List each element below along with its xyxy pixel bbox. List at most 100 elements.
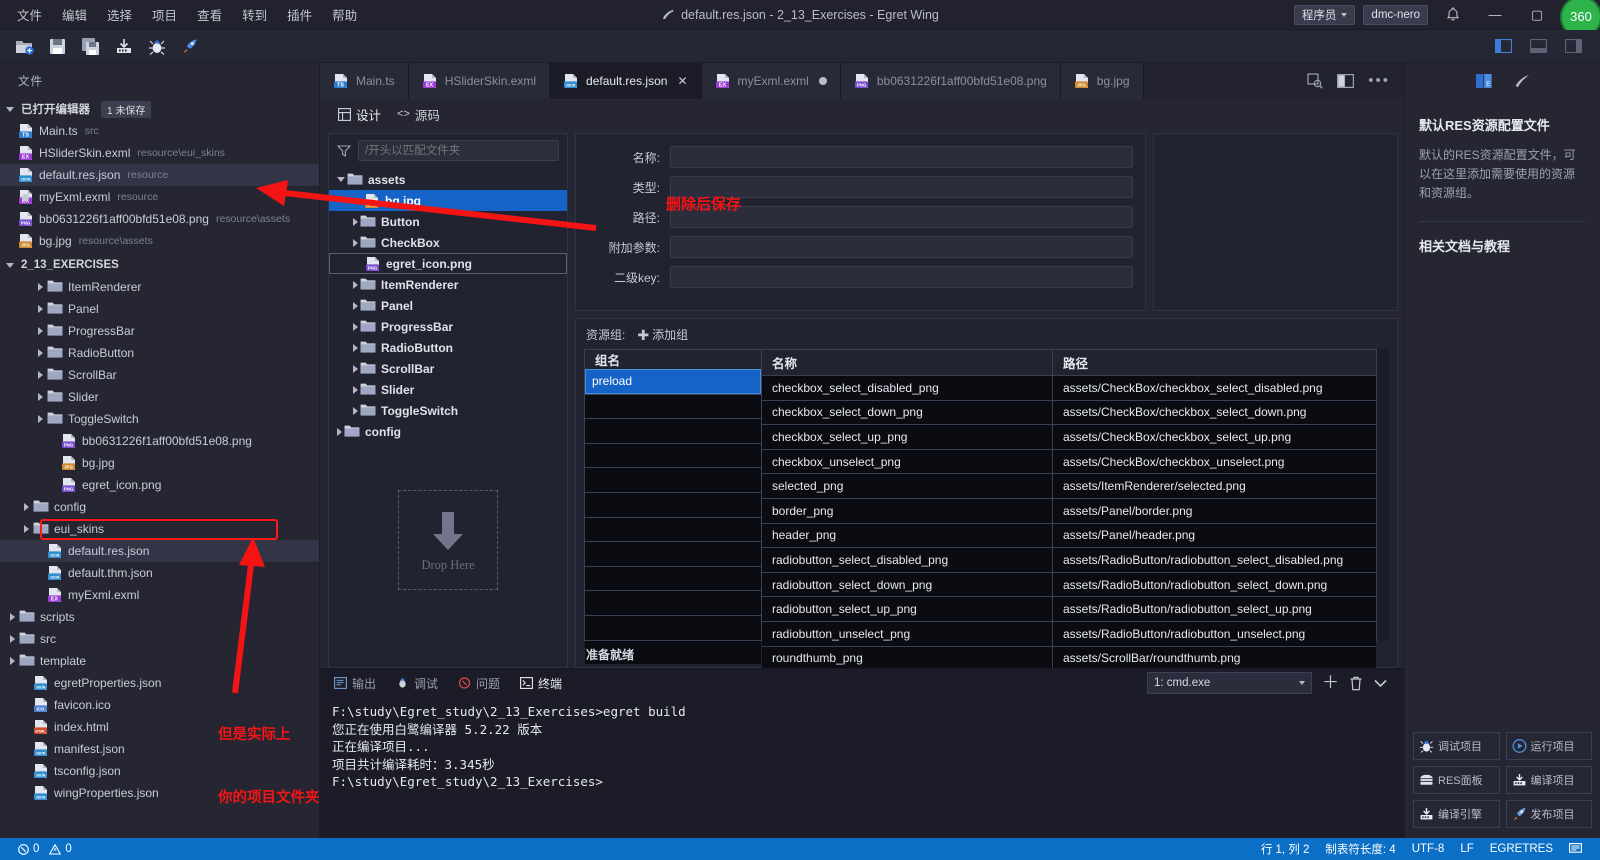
group-name-cell[interactable] (585, 565, 761, 591)
split-preview-icon[interactable] (1307, 73, 1323, 89)
group-name-cell[interactable]: preload (585, 369, 761, 394)
table-row[interactable]: checkbox_select_down_png assets/CheckBox/… (762, 399, 1376, 425)
quick-action-publish-rocket[interactable]: 发布项目 (1505, 800, 1592, 828)
group-name-cell[interactable] (585, 442, 761, 468)
chevron-right-icon[interactable] (38, 349, 43, 357)
tab-source[interactable]: <> 源码 (397, 105, 440, 124)
chevron-right-icon[interactable] (353, 385, 358, 394)
chevron-right-icon[interactable] (38, 305, 43, 313)
project-tree-item[interactable]: eui_skins (0, 518, 319, 540)
res-form-input[interactable] (670, 176, 1133, 198)
project-tree-item[interactable]: ScrollBar (0, 364, 319, 386)
chevron-right-icon[interactable] (38, 415, 43, 423)
table-row[interactable]: checkbox_select_up_png assets/CheckBox/ch… (762, 424, 1376, 449)
editor-tab[interactable]: JPG bg.jpg (1060, 63, 1144, 99)
asset-tree-node[interactable]: Panel (329, 295, 567, 316)
panel-right-icon[interactable] (1557, 32, 1590, 60)
asset-tree-node[interactable]: ScrollBar (329, 358, 567, 379)
maximize-button[interactable]: ▢ (1520, 0, 1554, 30)
run-rocket-icon[interactable] (173, 32, 206, 60)
project-tree-item[interactable]: EX myExml.exml (0, 584, 319, 606)
chevron-right-icon[interactable] (38, 327, 43, 335)
project-tree-item[interactable]: RadioButton (0, 342, 319, 364)
quick-action-res-panel[interactable]: RES面板 (1413, 766, 1500, 794)
project-tree-item[interactable]: config (0, 496, 319, 518)
chevron-right-icon[interactable] (24, 525, 29, 533)
group-name-cell[interactable] (585, 614, 761, 640)
table-scrollbar[interactable] (1377, 349, 1389, 641)
table-row[interactable]: radiobutton_select_disabled_png assets/Ra… (762, 547, 1376, 572)
bell-icon[interactable] (1436, 0, 1470, 30)
kill-terminal-icon[interactable] (1349, 676, 1363, 691)
project-tree-item[interactable]: JPG bg.jpg (0, 452, 319, 474)
asset-tree-node[interactable]: ItemRenderer (329, 274, 567, 295)
asset-tree-node[interactable]: ToggleSwitch (329, 400, 567, 421)
chevron-down-icon[interactable] (1373, 678, 1388, 688)
asset-tree-node[interactable]: Button (329, 211, 567, 232)
project-tree-item[interactable]: ToggleSwitch (0, 408, 319, 430)
quick-action-play[interactable]: 运行项目 (1505, 732, 1592, 760)
chevron-right-icon[interactable] (353, 406, 358, 415)
chevron-right-icon[interactable] (353, 238, 358, 247)
project-tree-item[interactable]: PNG bb0631226f1aff00bfd51e08.png (0, 430, 319, 452)
table-row[interactable]: header_png assets/Panel/header.png (762, 522, 1376, 548)
chevron-right-icon[interactable] (10, 657, 15, 665)
table-row[interactable]: border_png assets/Panel/border.png (762, 497, 1376, 523)
chevron-right-icon[interactable] (10, 613, 15, 621)
chevron-right-icon[interactable] (353, 322, 358, 331)
table-row[interactable]: selected_png assets/ItemRenderer/selected… (762, 473, 1376, 498)
table-row[interactable]: radiobutton_select_up_png assets/RadioBut… (762, 596, 1376, 621)
editor-tab[interactable]: EX HSliderSkin.exml (408, 63, 551, 99)
menu-item-7[interactable]: 帮助 (323, 1, 366, 28)
project-tree-item[interactable]: JSON tsconfig.json (0, 760, 319, 782)
panel-tab[interactable]: 终端 (520, 675, 562, 692)
menu-item-0[interactable]: 文件 (8, 1, 51, 28)
egret-feather-icon[interactable] (1513, 73, 1531, 89)
project-tree-item[interactable]: JSON default.thm.json (0, 562, 319, 584)
editor-tab[interactable]: TS Main.ts (320, 63, 409, 99)
status-encoding[interactable]: UTF-8 (1404, 843, 1453, 855)
editor-tab[interactable]: PNG bb0631226f1aff00bfd51e08.png (840, 63, 1061, 99)
feedback-icon[interactable] (1561, 843, 1590, 855)
more-actions-icon[interactable]: ••• (1368, 73, 1390, 88)
group-name-cell[interactable] (585, 393, 761, 419)
group-name-cell[interactable] (585, 516, 761, 542)
project-tree-item[interactable]: scripts (0, 606, 319, 628)
status-eol[interactable]: LF (1452, 843, 1481, 855)
project-tree-item[interactable]: src (0, 628, 319, 650)
quick-action-compile-engine[interactable]: 编译引擎 (1413, 800, 1500, 828)
panel-bottom-icon[interactable] (1522, 32, 1555, 60)
chevron-right-icon[interactable] (353, 280, 358, 289)
project-tree-item[interactable]: JSON wingProperties.json (0, 782, 319, 804)
editor-tab[interactable]: EX myExml.exml (701, 63, 841, 99)
asset-tree-node[interactable]: RadioButton (329, 337, 567, 358)
chevron-right-icon[interactable] (337, 427, 342, 436)
project-root-header[interactable]: 2_13_EXERCISES (0, 254, 319, 276)
chevron-right-icon[interactable] (24, 503, 29, 511)
terminal-selector[interactable]: 1: cmd.exe (1147, 672, 1312, 694)
menu-item-1[interactable]: 编辑 (53, 1, 96, 28)
open-editor-item[interactable]: EX HSliderSkin.exml resource\eui_skins (0, 142, 319, 164)
compile-icon[interactable] (107, 32, 140, 60)
open-editor-item[interactable]: JSON default.res.json resource (0, 164, 319, 186)
panel-tab[interactable]: 输出 (334, 675, 376, 692)
open-editor-item[interactable]: TS Main.ts src (0, 120, 319, 142)
menu-item-5[interactable]: 转到 (233, 1, 276, 28)
res-form-input[interactable] (670, 206, 1133, 228)
minimize-button[interactable]: — (1478, 0, 1512, 30)
chevron-right-icon[interactable] (353, 301, 358, 310)
project-tree-item[interactable]: PNG egret_icon.png (0, 474, 319, 496)
panel-tab[interactable]: 问题 (458, 675, 500, 692)
project-tree-item[interactable]: ItemRenderer (0, 276, 319, 298)
save-all-icon[interactable] (74, 32, 107, 60)
group-name-cell[interactable] (585, 590, 761, 615)
chevron-right-icon[interactable] (10, 635, 15, 643)
chevron-right-icon[interactable] (353, 343, 358, 352)
project-tree-item[interactable]: JSON manifest.json (0, 738, 319, 760)
eui-library-icon[interactable]: E (1475, 73, 1493, 89)
open-editor-item[interactable]: EX myExml.exml resource (0, 186, 319, 208)
add-terminal-icon[interactable]: ＋ (1322, 674, 1339, 691)
asset-tree-node[interactable]: PNG egret_icon.png (329, 253, 567, 274)
project-tree-item[interactable]: template (0, 650, 319, 672)
panel-left-icon[interactable] (1487, 32, 1520, 60)
